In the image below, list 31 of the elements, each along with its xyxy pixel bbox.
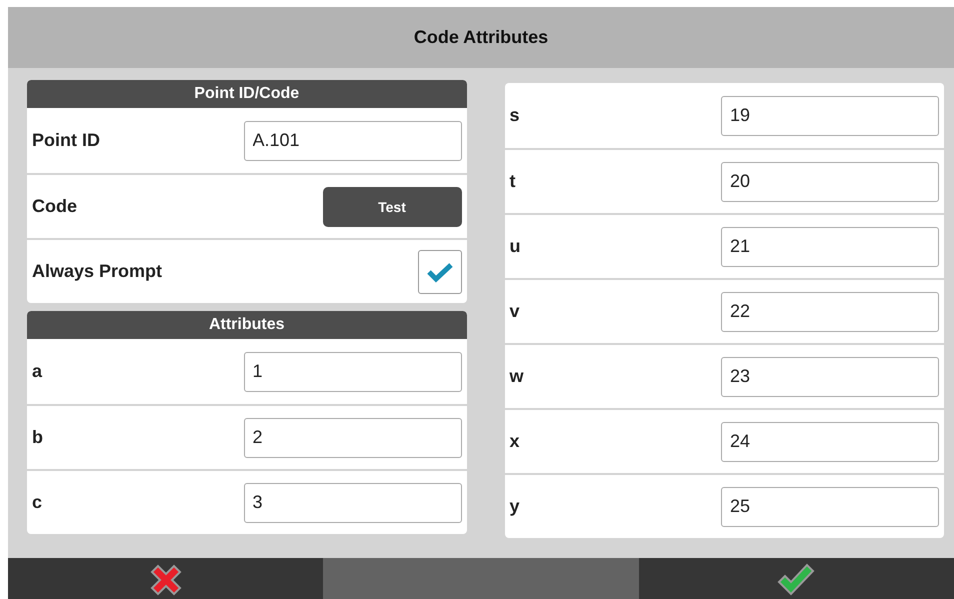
input-field[interactable]: 24 xyxy=(721,422,939,462)
field-label: a xyxy=(32,361,42,382)
input-field[interactable]: 19 xyxy=(721,96,939,136)
input-field[interactable]: 2 xyxy=(244,418,462,458)
checkmark-icon xyxy=(777,562,816,598)
field-label: x xyxy=(510,431,520,452)
field-label: y xyxy=(510,496,520,517)
field-label: w xyxy=(510,366,524,387)
field-label: s xyxy=(510,105,520,126)
input-field[interactable]: 21 xyxy=(721,226,939,266)
field-label: Code xyxy=(32,196,77,217)
field-label: t xyxy=(510,171,516,192)
input-field[interactable]: 20 xyxy=(721,162,939,202)
field-label: Point ID xyxy=(32,130,100,151)
checkmark-icon xyxy=(426,260,454,282)
field-label: v xyxy=(510,301,520,322)
input-field[interactable]: A.101 xyxy=(244,120,462,160)
field-label: u xyxy=(510,236,520,257)
field-label: b xyxy=(32,427,43,448)
input-field[interactable]: 22 xyxy=(721,292,939,332)
window-title: Code Attributes xyxy=(414,27,548,48)
input-field[interactable]: 23 xyxy=(721,356,939,396)
input-field[interactable]: 1 xyxy=(244,352,462,392)
field-label: Always Prompt xyxy=(32,261,162,282)
input-field[interactable]: 25 xyxy=(721,486,939,526)
checkbox[interactable] xyxy=(418,250,462,294)
input-field[interactable]: 3 xyxy=(244,482,462,522)
section-header: Point ID/Code xyxy=(27,80,466,108)
test-button[interactable]: Test xyxy=(322,186,462,226)
section-header: Attributes xyxy=(27,311,466,339)
field-label: c xyxy=(32,492,42,513)
